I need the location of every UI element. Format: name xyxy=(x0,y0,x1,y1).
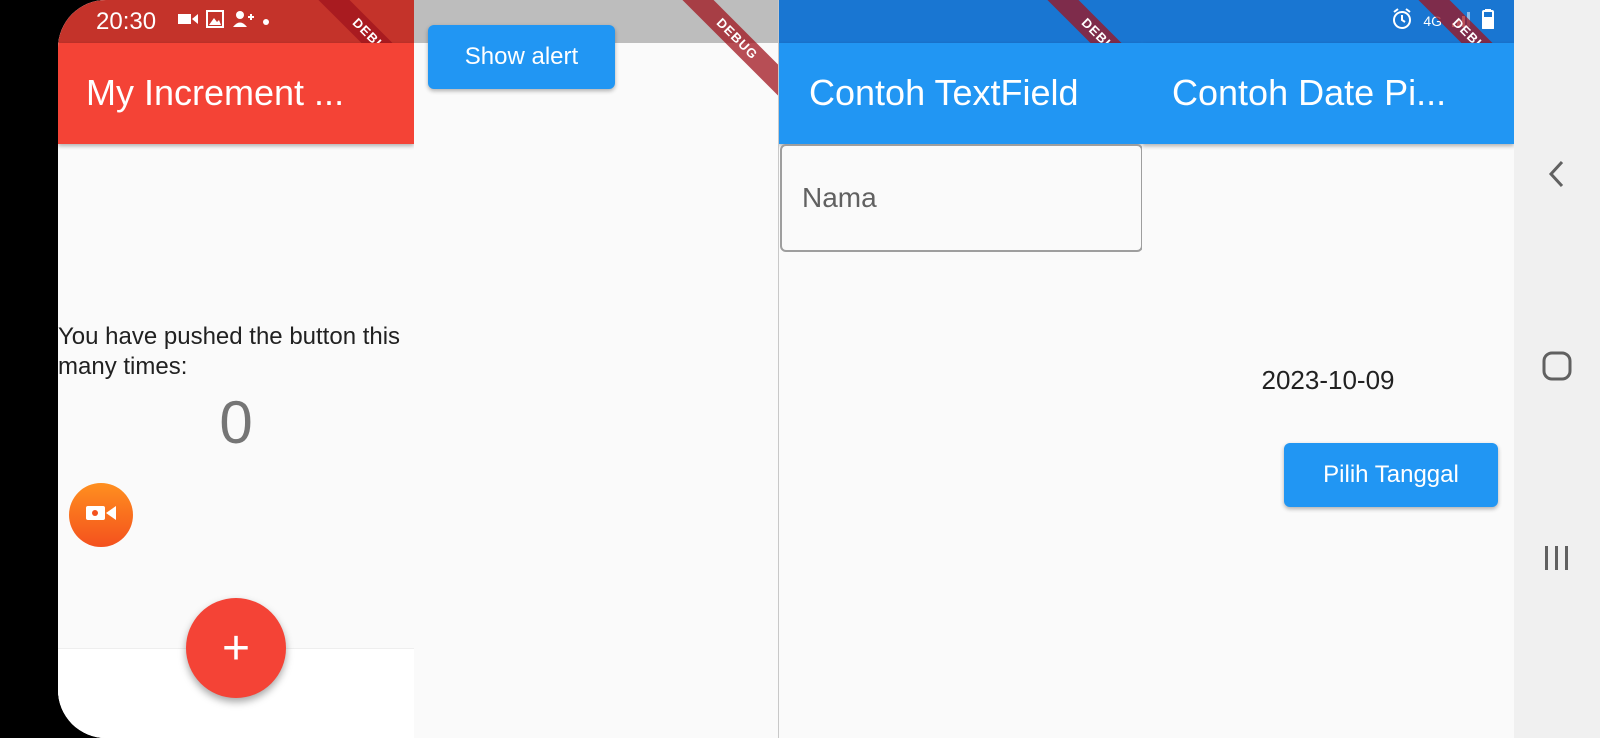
app-bar-title: Contoh Date Pi... xyxy=(1172,72,1447,113)
recent-apps-button[interactable] xyxy=(1514,530,1600,590)
pilih-tanggal-button[interactable]: Pilih Tanggal xyxy=(1284,443,1498,507)
home-icon xyxy=(1542,351,1572,386)
textfield-panel: DEBUG Contoh TextField xyxy=(778,0,1142,738)
status-bar: 20:30 DEBUG xyxy=(58,0,414,107)
counter-panel: 20:30 DEBUG My Increment ... You have pu… xyxy=(58,0,414,738)
app-bar-title: My Increment ... xyxy=(86,72,345,113)
system-nav-bar xyxy=(1514,0,1600,738)
datepicker-panel: 4G DEBUG Contoh Date Pi... 2023-10-09 Pi… xyxy=(1142,0,1514,738)
debug-banner: DEBUG xyxy=(669,0,778,107)
counter-value: 0 xyxy=(219,389,253,456)
video-camera-icon xyxy=(86,503,116,528)
status-bar: DEBUG xyxy=(779,0,1142,107)
nama-input[interactable] xyxy=(782,146,1141,250)
dot-icon xyxy=(262,13,270,31)
show-alert-button[interactable]: Show alert xyxy=(428,25,615,89)
image-icon xyxy=(206,10,224,33)
screen-record-button[interactable] xyxy=(69,483,133,547)
increment-fab[interactable]: + xyxy=(186,598,286,698)
app-bar: Contoh TextField xyxy=(779,43,1142,144)
alarm-icon xyxy=(1391,8,1413,33)
display: 20:30 DEBUG My Increment ... You have pu… xyxy=(58,0,1600,738)
status-time: 20:30 xyxy=(96,8,157,35)
alert-panel: DEBUG Show alert xyxy=(414,0,778,738)
home-button[interactable] xyxy=(1514,338,1600,398)
battery-icon xyxy=(1482,9,1494,32)
chevron-left-icon xyxy=(1547,159,1567,194)
counter-message: You have pushed the button this many tim… xyxy=(58,323,401,380)
app-bar: Contoh Date Pi... xyxy=(1142,43,1514,144)
add-user-icon xyxy=(232,10,254,33)
back-button[interactable] xyxy=(1514,146,1600,206)
phone-screen: 20:30 DEBUG My Increment ... You have pu… xyxy=(0,0,1600,738)
app-bar-title: Contoh TextField xyxy=(809,72,1079,113)
video-icon xyxy=(178,12,198,31)
status-bar: 4G DEBUG xyxy=(1142,0,1514,107)
selected-date: 2023-10-09 xyxy=(1261,365,1395,395)
app-bar: My Increment ... xyxy=(58,43,414,144)
status-icons xyxy=(178,10,270,33)
nama-field[interactable] xyxy=(780,144,1142,252)
recent-apps-icon xyxy=(1543,545,1571,576)
